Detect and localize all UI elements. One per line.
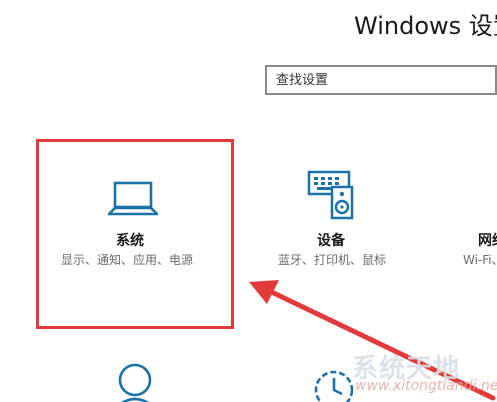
tile-devices-title: 设备 xyxy=(317,233,345,249)
search-box[interactable] xyxy=(265,65,497,95)
window-title: Windows 设置 xyxy=(354,12,497,40)
person-icon xyxy=(118,363,152,402)
search-input[interactable] xyxy=(267,67,496,93)
tile-network-title: 网络 xyxy=(478,233,497,249)
keyboard-speaker-icon xyxy=(307,170,354,220)
tile-network-desc: Wi-Fi、 xyxy=(463,253,497,267)
highlight-frame xyxy=(36,139,234,329)
tile-devices-desc: 蓝牙、打印机、鼠标 xyxy=(278,253,387,267)
watermark-url: www.xitongtiandi.net xyxy=(355,378,497,394)
tile-accounts[interactable] xyxy=(100,355,170,402)
